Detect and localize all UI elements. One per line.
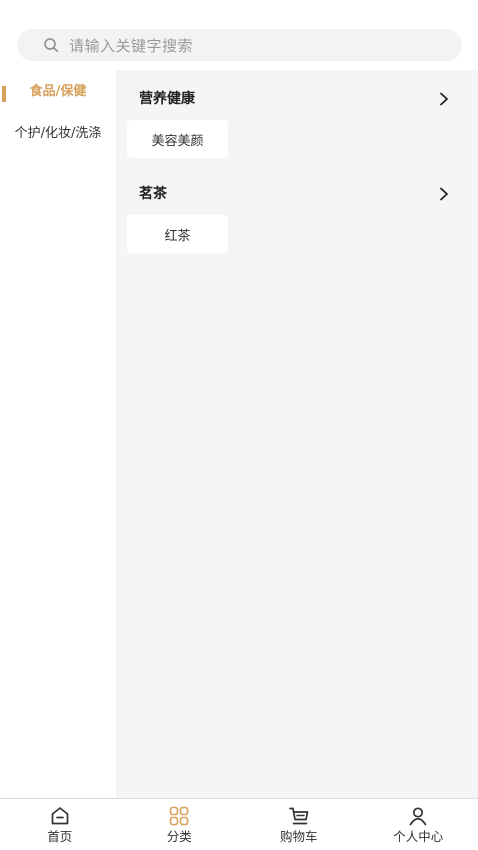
sidebar-item-food-health[interactable]: 食品/保健 (0, 84, 116, 102)
tab-label: 分类 (166, 829, 192, 844)
search-bar[interactable]: 请输入关键字搜索 (17, 29, 462, 61)
sidebar-item-personal-care[interactable]: 个护/化妆/洗涤 (0, 126, 116, 142)
home-icon (51, 807, 69, 825)
subcategory-panel: 营养健康 美容美颜 茗茶 红茶 (116, 70, 478, 798)
chevron-right-icon (440, 187, 448, 201)
subcategory-section: 营养健康 美容美颜 (116, 89, 478, 158)
tab-home[interactable]: 首页 (0, 799, 120, 850)
sidebar-item-label: 个护/化妆/洗涤 (14, 126, 102, 141)
bottom-tab-bar: 首页 分类 购物车 个人中心 (0, 798, 478, 850)
tab-label: 首页 (47, 829, 73, 844)
section-title: 茗茶 (139, 186, 167, 202)
subcategory-chip[interactable]: 红茶 (127, 215, 228, 253)
search-icon (44, 38, 58, 52)
sidebar-item-label: 食品/保健 (29, 84, 87, 99)
section-title: 营养健康 (139, 91, 195, 107)
cart-icon (288, 807, 309, 825)
chevron-right-icon (440, 92, 448, 106)
subcategory-section: 茗茶 红茶 (116, 184, 478, 253)
section-header[interactable]: 营养健康 (116, 89, 478, 109)
grid-icon (169, 806, 189, 826)
tab-profile[interactable]: 个人中心 (359, 799, 478, 850)
tab-label: 个人中心 (393, 829, 444, 844)
subcategory-chip[interactable]: 美容美颜 (127, 120, 228, 158)
tab-label: 购物车 (279, 829, 318, 844)
active-indicator (2, 86, 6, 102)
tab-cart[interactable]: 购物车 (239, 799, 359, 850)
category-sidebar: 食品/保健 个护/化妆/洗涤 (0, 70, 116, 798)
section-header[interactable]: 茗茶 (116, 184, 478, 204)
search-placeholder: 请输入关键字搜索 (69, 36, 194, 55)
tab-category[interactable]: 分类 (120, 799, 240, 850)
user-icon (409, 807, 427, 826)
